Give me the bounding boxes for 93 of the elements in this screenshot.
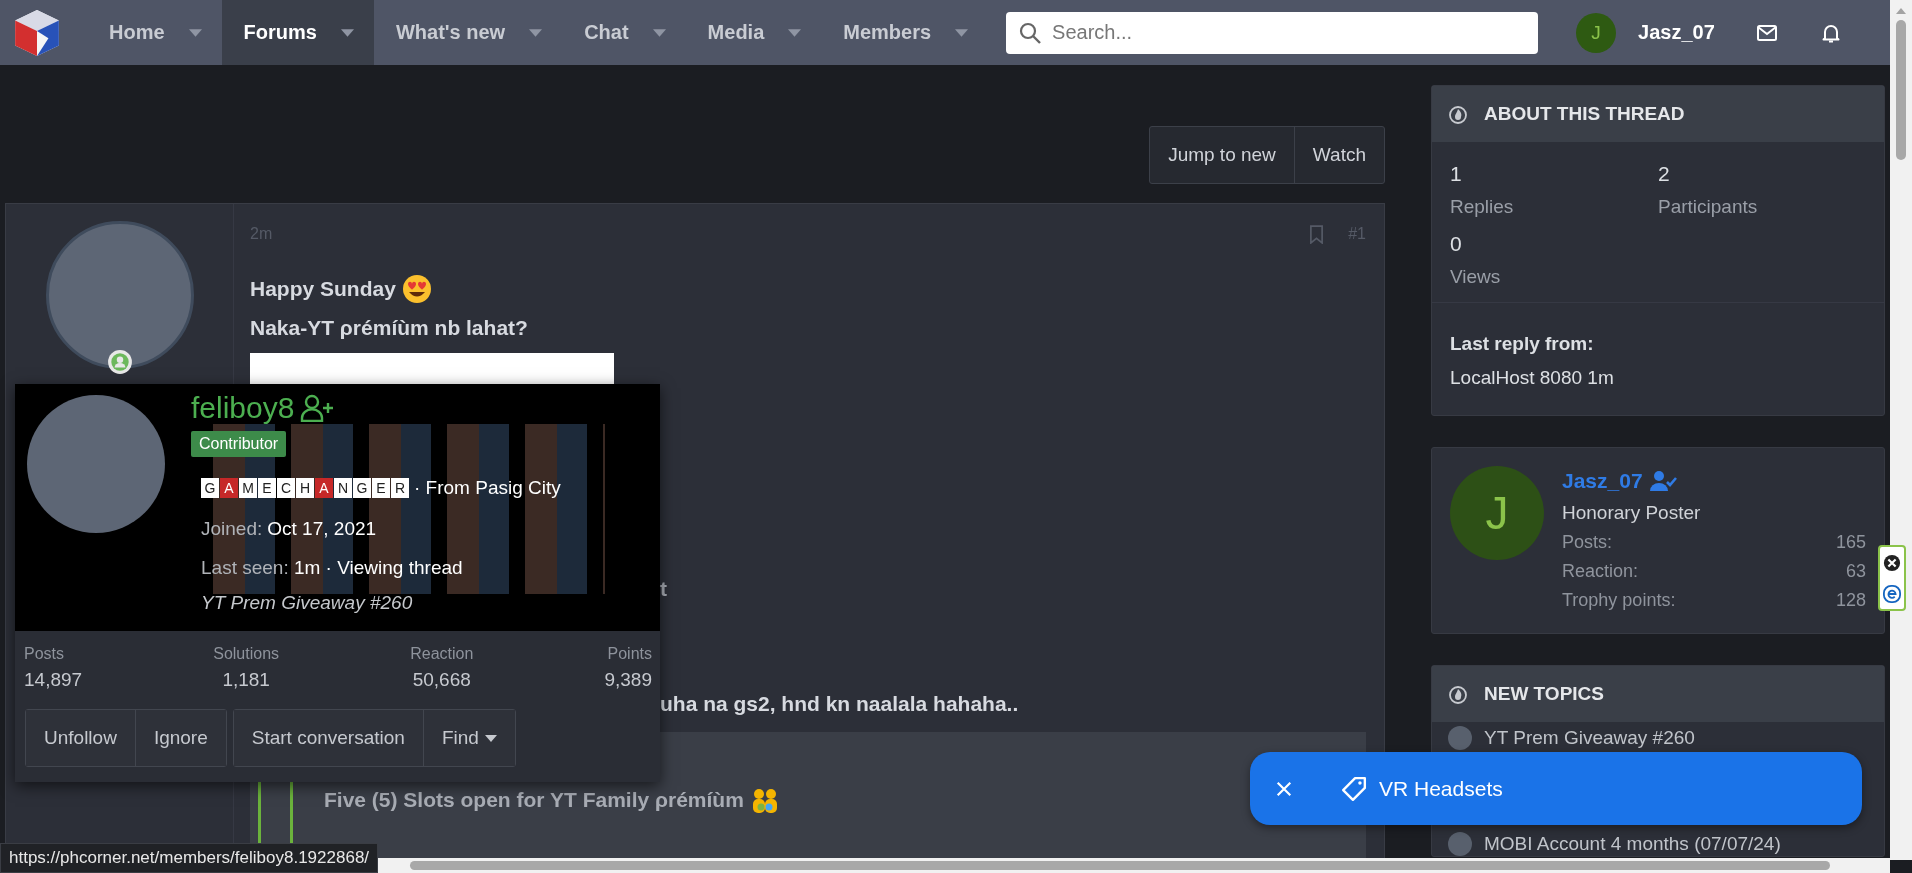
post-text: t — [660, 577, 667, 601]
caret-icon[interactable] — [652, 28, 666, 37]
user-title: Honorary Poster — [1562, 502, 1702, 524]
member-action-button[interactable]: Ignore — [134, 710, 226, 766]
nav-tab[interactable]: Home — [87, 0, 222, 65]
stat-label: Trophy points: — [1562, 590, 1676, 611]
heart-eyes-face-icon — [401, 273, 432, 304]
stat-label: Views — [1450, 266, 1502, 288]
stat-value: 1 — [1450, 162, 1463, 186]
member-action-button[interactable]: Start conversation — [233, 710, 423, 766]
status-url-tooltip: https://phcorner.net/members/feliboy8.1922868/ — [0, 843, 379, 873]
scroll-up-icon[interactable] — [1896, 8, 1906, 14]
vertical-scrollbar[interactable] — [1890, 0, 1912, 860]
caret-icon[interactable] — [529, 28, 543, 37]
online-person-icon — [106, 349, 133, 375]
flame-icon — [1448, 684, 1468, 704]
promo-toast[interactable]: VR Headsets — [1250, 752, 1862, 825]
card-title: NEW TOPICS — [1484, 683, 1604, 705]
letter-tile: C — [277, 478, 295, 498]
search-icon — [1018, 20, 1043, 45]
letter-tile: M — [239, 478, 257, 498]
tag-icon — [1341, 775, 1367, 802]
scrollbar-thumb[interactable] — [410, 861, 1830, 870]
caret-icon[interactable] — [788, 28, 802, 37]
stat-label: Posts — [24, 645, 64, 663]
avatar-photo-placeholder[interactable] — [1448, 832, 1472, 856]
user-avatar[interactable]: J — [1450, 466, 1544, 560]
stat-value: 14,897 — [24, 669, 83, 691]
stat-label: Participants — [1658, 196, 1759, 218]
nav-tab[interactable]: Chat — [562, 0, 686, 65]
stat-value: 63 — [1845, 561, 1866, 582]
caret-icon[interactable] — [188, 28, 202, 37]
quote-title: Five (5) Slots open for YT Family ρrémíùm — [324, 788, 744, 812]
stat-value: 9,389 — [604, 669, 652, 691]
letter-tile: N — [334, 478, 352, 498]
card-title: ABOUT THIS THREAD — [1484, 103, 1685, 125]
last-seen-text: Last seen: 1m · Viewing thread YT Prem Giveaway #260 — [201, 556, 464, 615]
letter-tile: G — [353, 478, 371, 498]
post-text: uha na gs2, hnd kn naalala hahaha.. — [660, 692, 1019, 716]
stat-label: Posts: — [1562, 532, 1613, 553]
location-text: · From Pasig City — [414, 477, 561, 499]
stat-value: 0 — [1450, 232, 1463, 256]
stat-label: Replies — [1450, 196, 1515, 218]
user-plus-icon[interactable] — [300, 394, 335, 422]
letter-e-icon[interactable] — [1883, 584, 1901, 603]
stat-value: 165 — [1835, 532, 1866, 553]
last-reply-text[interactable]: LocalHost 8080 1m — [1450, 367, 1866, 389]
stat-label: Solutions — [213, 645, 280, 663]
user-check-icon — [1648, 470, 1677, 492]
nav-tab[interactable]: Members — [821, 0, 989, 65]
stat-label: Points — [607, 645, 652, 663]
joined-label: Joined: — [201, 517, 263, 541]
user-avatar[interactable]: J — [1576, 12, 1617, 53]
thread-action-button[interactable]: Jump to new — [1150, 127, 1294, 183]
joined-date: Oct 17, 2021 — [267, 517, 377, 541]
username-link[interactable]: Jasz_07 — [1638, 21, 1715, 44]
nav-tab[interactable]: Media — [685, 0, 822, 65]
post-text: Naka-YT ρrémíùm nb lahat? — [250, 314, 529, 341]
stat-value: 1,181 — [222, 669, 270, 691]
stat-label: Reaction: — [1562, 561, 1639, 582]
avatar-photo-placeholder[interactable] — [1448, 726, 1472, 750]
letter-tile: E — [372, 478, 390, 498]
caret-icon — [484, 734, 497, 742]
letter-tile: H — [296, 478, 314, 498]
letter-tile: A — [315, 478, 333, 498]
caret-icon[interactable] — [955, 28, 969, 37]
nav-tab[interactable]: Forums — [221, 0, 374, 65]
stat-value: 2 — [1658, 162, 1671, 186]
letter-tile: E — [258, 478, 276, 498]
post-text: Happy Sunday — [250, 276, 396, 301]
toast-label: VR Headsets — [1379, 776, 1503, 801]
caret-icon[interactable] — [340, 28, 354, 37]
member-action-button[interactable]: Find — [422, 710, 515, 766]
last-reply-label: Last reply from: — [1450, 333, 1595, 355]
stat-label: Reaction — [410, 645, 474, 663]
user-role-badge: Contributor — [191, 431, 287, 457]
close-icon[interactable] — [1883, 553, 1901, 572]
thread-action-button[interactable]: Watch — [1293, 127, 1384, 183]
scrollbar-thumb[interactable] — [1896, 20, 1906, 160]
username-link[interactable]: feliboy8 — [191, 391, 295, 425]
stat-value: 128 — [1835, 590, 1866, 611]
nav-tab[interactable]: What's new — [373, 0, 563, 65]
letter-tile: R — [391, 478, 409, 498]
topic-link[interactable]: YT Prem Giveaway #260 — [1484, 727, 1695, 749]
topic-link[interactable]: MOBI Account 4 months (07/07/24) — [1484, 833, 1781, 855]
member-action-button[interactable]: Unfollow — [26, 710, 135, 766]
bookmark-icon[interactable] — [1309, 224, 1325, 244]
thread-link[interactable]: YT Prem Giveaway #260 — [201, 592, 413, 613]
stat-value: 50,668 — [412, 669, 471, 691]
flame-icon — [1448, 104, 1468, 124]
letter-tile: G — [201, 478, 219, 498]
search-field[interactable]: Search... — [1006, 11, 1539, 54]
letter-tile: A — [220, 478, 238, 498]
